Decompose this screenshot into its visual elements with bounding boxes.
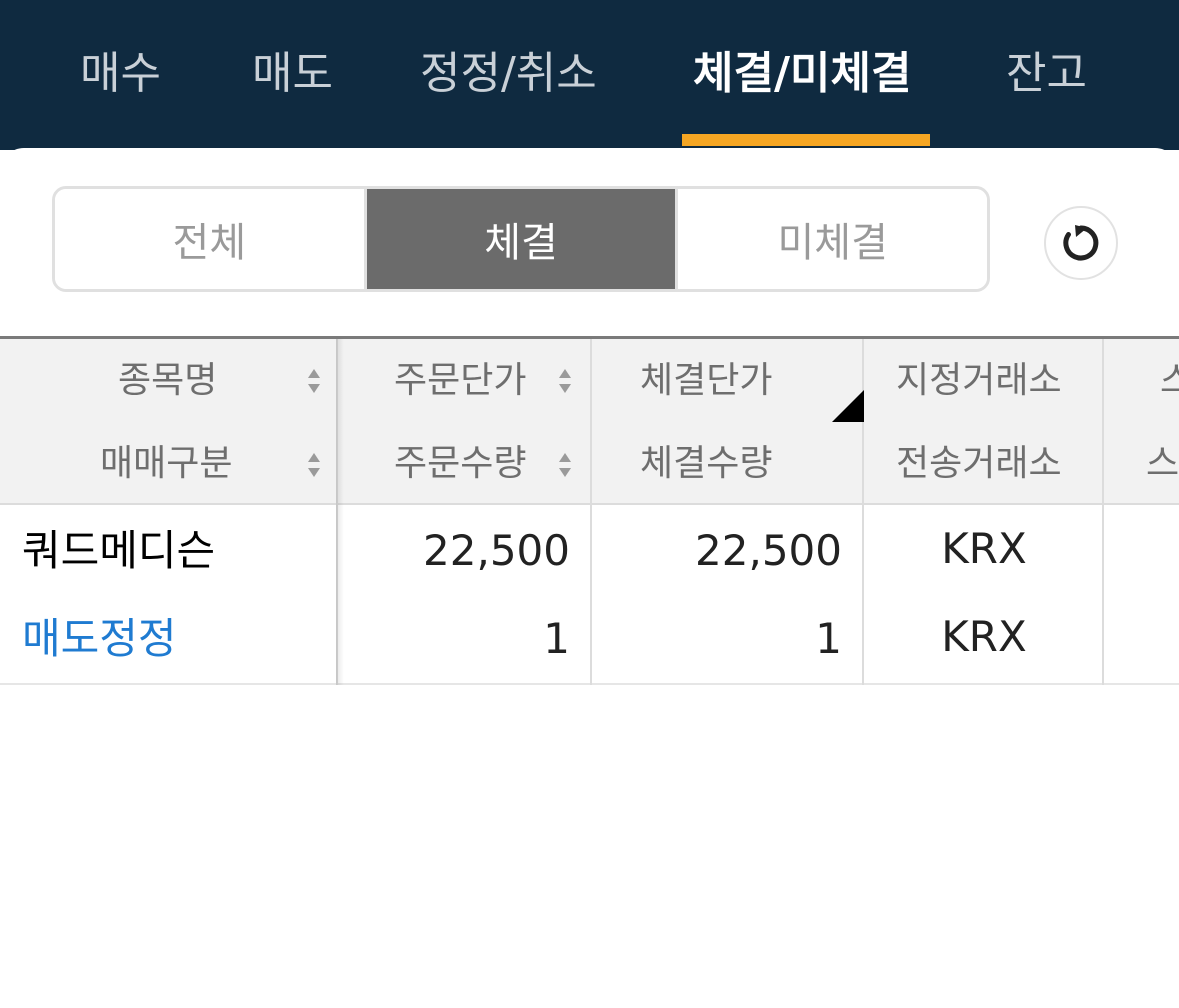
filter-filled[interactable]: 체결 xyxy=(363,189,676,289)
header-filled-price: 체결단가 xyxy=(640,360,773,401)
column-resize-corner[interactable] xyxy=(832,390,864,422)
trade-type: 매도정정 xyxy=(22,614,177,663)
table-header: 종목명 주문단가 체결단가 지정거래소 스 매매구분 주문수량 체결수량 전송거… xyxy=(0,339,1179,505)
header-order-qty[interactable]: 주문수량 xyxy=(394,422,526,505)
header-designated-exchange: 지정거래소 xyxy=(896,360,1062,401)
order-price: 22,500 xyxy=(423,526,570,575)
header-filled-qty: 체결수량 xyxy=(640,443,773,484)
active-tab-indicator xyxy=(682,134,930,146)
refresh-button[interactable] xyxy=(1044,206,1118,280)
column-divider xyxy=(590,505,592,685)
sort-icon[interactable] xyxy=(558,369,572,393)
filter-unfilled[interactable]: 미체결 xyxy=(675,189,987,289)
sort-icon[interactable] xyxy=(558,453,572,477)
header-trade-type[interactable]: 매매구분 xyxy=(100,422,232,505)
header-partial-col: 스 xyxy=(1160,360,1179,401)
frozen-column-shadow xyxy=(336,339,344,685)
sent-exchange: KRX xyxy=(941,612,1027,661)
stock-name: 쿼드메디슨 xyxy=(22,526,216,575)
order-qty: 1 xyxy=(543,614,570,663)
header-sent-exchange: 전송거래소 xyxy=(896,443,1062,484)
tab-filled-unfilled[interactable]: 체결/미체결 xyxy=(693,44,911,104)
refresh-icon xyxy=(1063,225,1099,261)
filter-segment: 전체 체결 미체결 xyxy=(52,186,990,292)
header-order-price[interactable]: 주문단가 xyxy=(394,339,526,422)
table-row[interactable]: 쿼드메디슨 매도정정 22,500 1 22,500 1 KRX KRX xyxy=(0,505,1179,685)
sort-icon[interactable] xyxy=(307,369,321,393)
top-nav: 매수 매도 정정/취소 체결/미체결 잔고 xyxy=(0,0,1179,150)
header-partial-col: 스 xyxy=(1146,443,1179,484)
column-divider xyxy=(862,339,864,505)
column-divider xyxy=(1102,339,1104,505)
tab-modify-cancel[interactable]: 정정/취소 xyxy=(420,44,597,104)
filled-price: 22,500 xyxy=(695,526,842,575)
column-divider xyxy=(590,339,592,505)
column-divider xyxy=(862,505,864,685)
tab-sell[interactable]: 매도 xyxy=(252,44,333,104)
tab-balance[interactable]: 잔고 xyxy=(1006,44,1087,104)
tab-buy[interactable]: 매수 xyxy=(80,44,161,104)
sort-icon[interactable] xyxy=(307,453,321,477)
column-divider xyxy=(1102,505,1104,685)
filter-all[interactable]: 전체 xyxy=(55,189,364,289)
designated-exchange: KRX xyxy=(941,524,1027,573)
header-stock-name[interactable]: 종목명 xyxy=(118,339,217,422)
filled-qty: 1 xyxy=(815,614,842,663)
